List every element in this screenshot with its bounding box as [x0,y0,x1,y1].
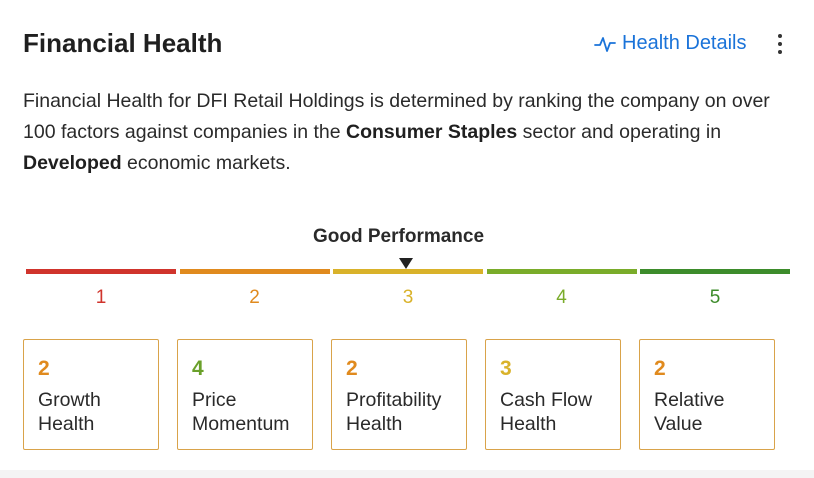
health-card-label: Relative Value [654,389,725,435]
health-details-link[interactable]: Health Details [594,32,747,55]
scale-segment-5 [640,269,790,274]
description: Financial Health for DFI Retail Holdings… [23,86,793,179]
health-card-score: 2 [654,357,666,380]
activity-pulse-icon [594,36,616,52]
health-card-score: 2 [38,357,50,380]
scale-number-5: 5 [709,287,721,308]
more-vertical-icon[interactable] [772,34,788,58]
health-card[interactable]: 3 Cash Flow Health [485,339,621,450]
health-card[interactable]: 4 Price Momentum [177,339,313,450]
health-card-label: Price Momentum [192,389,290,435]
description-text-2: sector and operating in [517,121,722,143]
market-name: Developed [23,152,122,174]
scale-segment-2 [179,269,330,274]
performance-label-text: Good Performance [313,226,485,247]
performance-marker-icon [399,258,413,269]
health-card-score: 3 [500,357,512,380]
health-card-label: Profitability Health [346,389,442,435]
health-details-label: Health Details [622,32,747,54]
scale-segment-3 [333,269,483,274]
health-card[interactable]: 2 Relative Value [639,339,775,450]
health-card-score: 2 [346,357,358,380]
health-card-score: 4 [192,357,204,380]
health-card[interactable]: 2 Growth Health [23,339,159,450]
footer-divider [0,470,814,478]
scale-segment-1 [26,269,176,274]
scale-number-2: 2 [249,287,260,308]
sector-name: Consumer Staples [346,121,518,143]
health-card-label: Cash Flow Health [500,389,593,435]
health-card[interactable]: 2 Profitability Health [331,339,467,450]
scale-number-1: 1 [95,287,107,308]
description-text-3: economic markets. [121,152,291,174]
health-card-label: Growth Health [38,389,101,435]
scale-number-4: 4 [556,287,567,308]
scale-segment-4 [486,269,637,274]
scale-number-3: 3 [402,287,414,308]
page-title: Financial Health [23,28,223,58]
